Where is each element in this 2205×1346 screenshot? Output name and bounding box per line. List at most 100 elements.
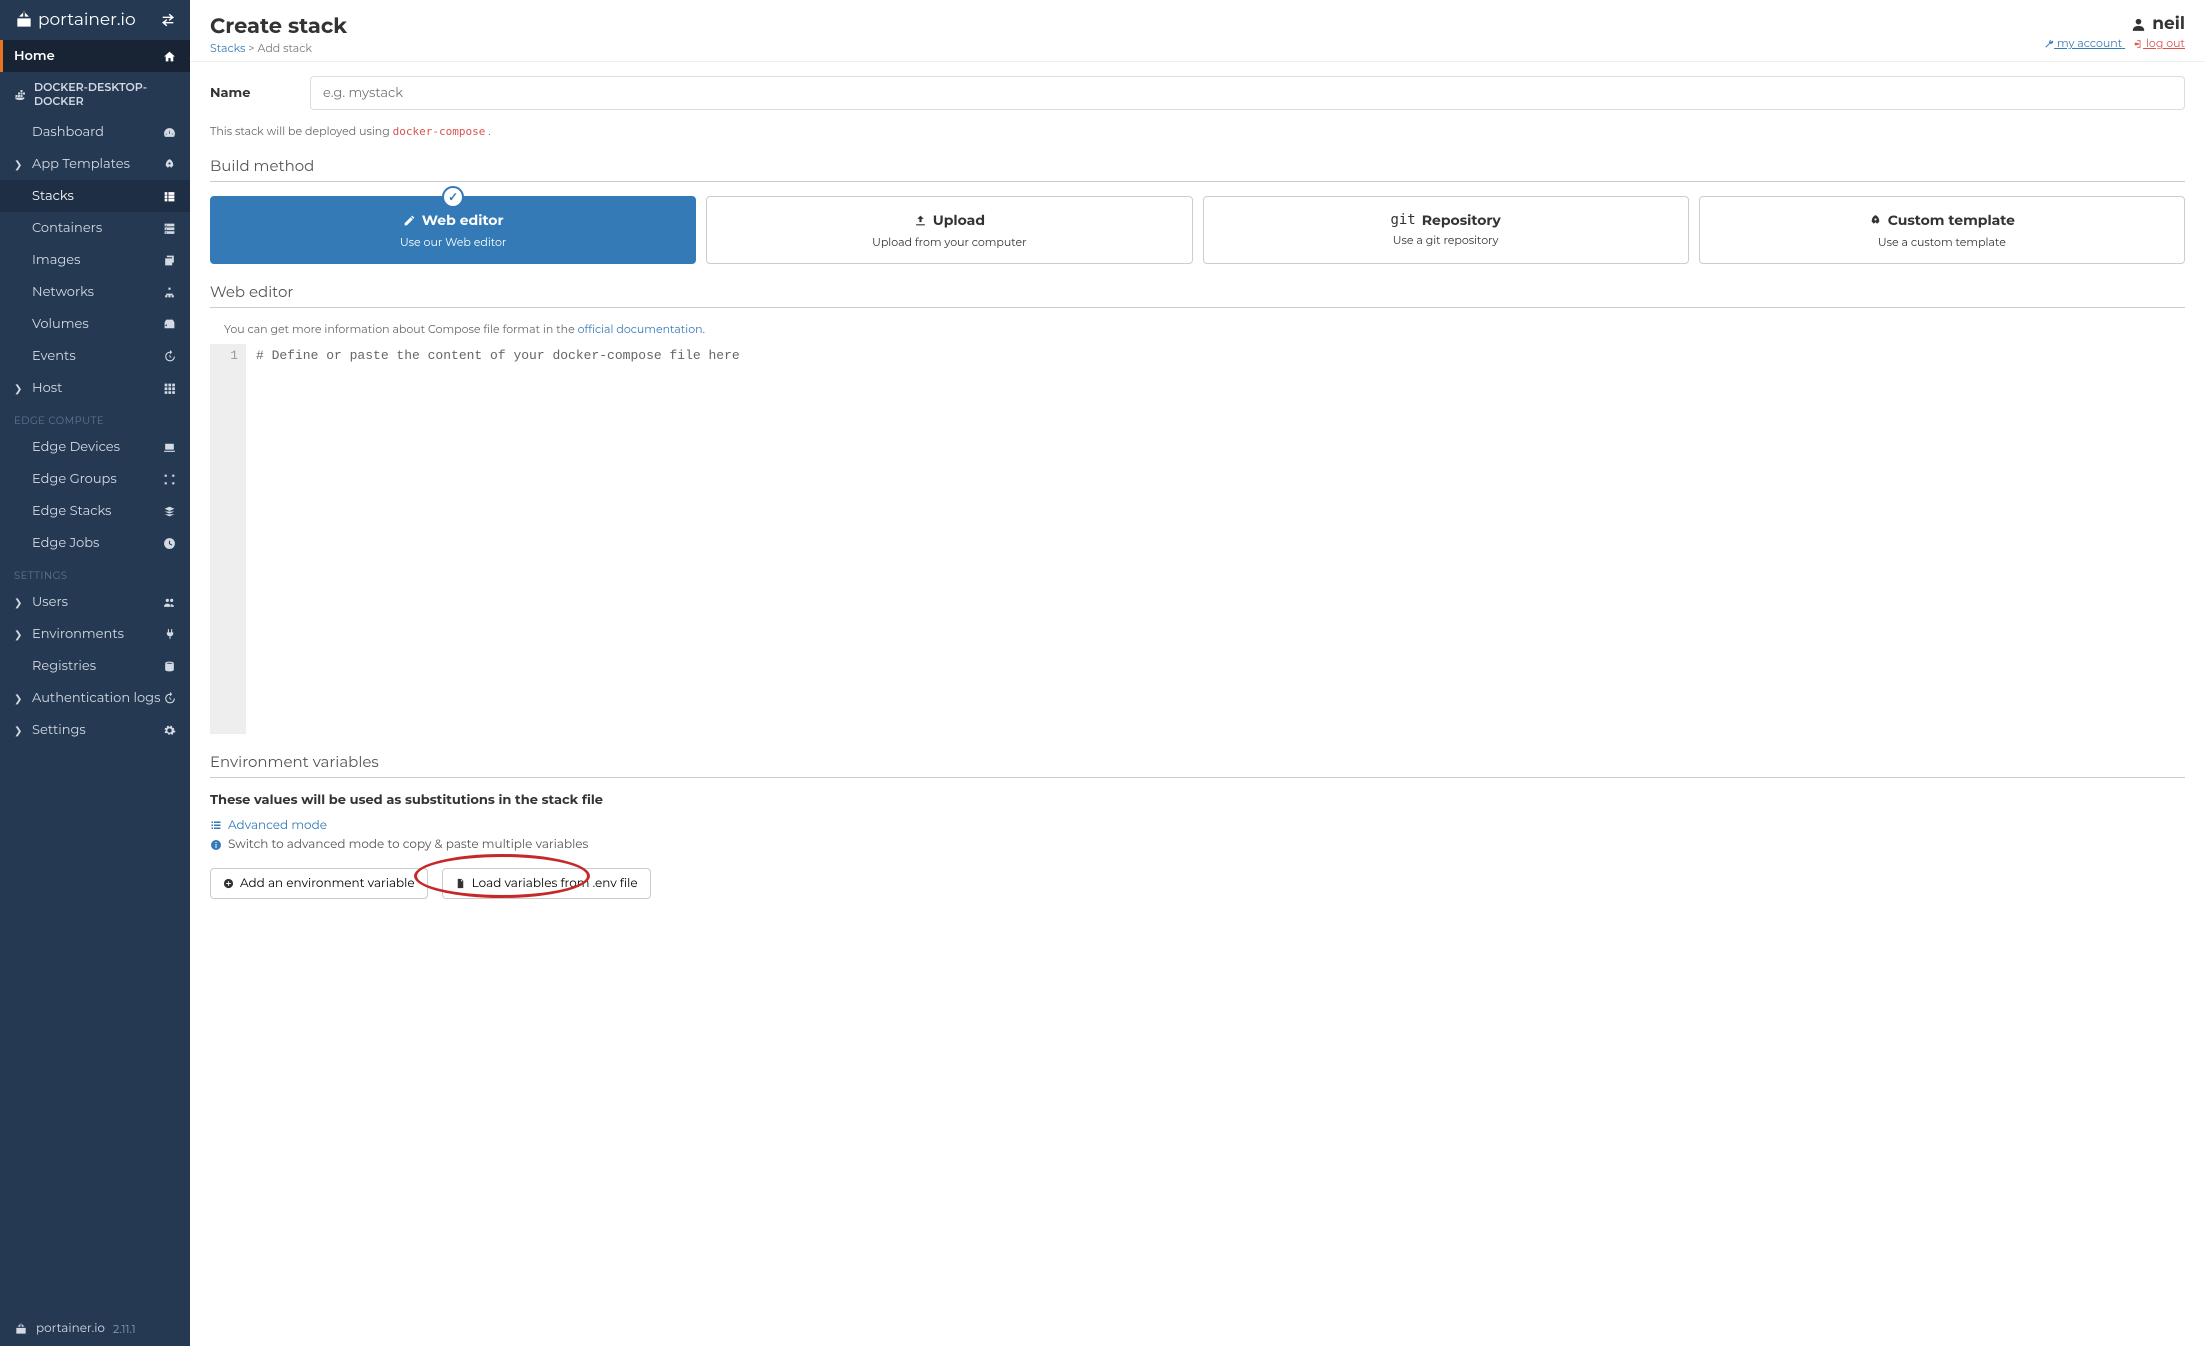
version-text: 2.11.1 (113, 1322, 136, 1336)
chevron-right-icon: ❯ (14, 596, 24, 609)
sidebar-section-settings: SETTINGS (0, 559, 190, 586)
history-icon (163, 692, 176, 705)
users-icon (163, 596, 176, 609)
sidebar-item-home[interactable]: Home (0, 40, 190, 72)
object-group-icon (163, 473, 176, 486)
sidebar-item-edge-devices[interactable]: Edge Devices (0, 431, 190, 463)
main-content: Create stack Stacks > Add stack neil my … (190, 0, 2205, 1346)
edit-icon (403, 214, 416, 227)
brand-logo[interactable]: portainer.io (14, 10, 136, 30)
sidebar-item-edge-groups[interactable]: Edge Groups (0, 463, 190, 495)
brand-text: portainer.io (38, 10, 136, 30)
sidebar: portainer.io Home DOCKER-DESKTOP-DOCKER (0, 0, 190, 1346)
clock-icon (163, 537, 176, 550)
section-env-vars: Environment variables (210, 752, 2185, 778)
sidebar-item-settings[interactable]: ❯Settings (0, 714, 190, 746)
clone-icon (163, 254, 176, 267)
page-title: Create stack (210, 14, 347, 39)
rocket-icon (163, 158, 176, 171)
editor-info: You can get more information about Compo… (224, 322, 2185, 336)
editor-gutter: 1 (210, 344, 246, 734)
deploy-note: This stack will be deployed using docker… (210, 124, 2185, 138)
plug-icon (163, 628, 176, 641)
sidebar-item-volumes[interactable]: Volumes (0, 308, 190, 340)
sidebar-item-users[interactable]: ❯Users (0, 586, 190, 618)
build-option-web-editor[interactable]: ✓Web editorUse our Web editor (210, 196, 696, 264)
logout-link[interactable]: log out (2133, 36, 2185, 50)
home-icon (162, 49, 176, 64)
sidebar-item-app-templates[interactable]: ❯App Templates (0, 148, 190, 180)
sidebar-section-edge: EDGE COMPUTE (0, 404, 190, 431)
check-icon: ✓ (442, 186, 464, 208)
tachometer-icon (163, 126, 176, 139)
section-web-editor: Web editor (210, 282, 2185, 308)
chevron-right-icon: ❯ (14, 382, 24, 395)
wrench-icon (2044, 39, 2054, 49)
my-account-link[interactable]: my account (2044, 36, 2125, 50)
sidebar-item-edge-jobs[interactable]: Edge Jobs (0, 527, 190, 559)
sidebar-item-images[interactable]: Images (0, 244, 190, 276)
portainer-logo-icon (14, 10, 34, 30)
git-icon: git (1390, 212, 1415, 228)
docs-link[interactable]: official documentation (578, 322, 703, 336)
advanced-mode-link[interactable]: Advanced mode (210, 818, 327, 833)
brand-header: portainer.io (0, 0, 190, 40)
load-env-file-button[interactable]: Load variables from .env file (442, 868, 651, 899)
history-icon (163, 350, 176, 363)
sidebar-nav: Home DOCKER-DESKTOP-DOCKER Dashboard❯App… (0, 40, 190, 1311)
sitemap-icon (163, 286, 176, 299)
sidebar-item-edge-stacks[interactable]: Edge Stacks (0, 495, 190, 527)
file-icon (455, 878, 466, 889)
name-label: Name (210, 85, 310, 101)
build-method-options: ✓Web editorUse our Web editorUploadUploa… (210, 196, 2185, 264)
sidebar-item-authentication-logs[interactable]: ❯Authentication logs (0, 682, 190, 714)
chevron-right-icon: ❯ (14, 158, 24, 171)
sidebar-item-networks[interactable]: Networks (0, 276, 190, 308)
logout-icon (2133, 39, 2143, 49)
plus-circle-icon (223, 878, 234, 889)
env-desc: These values will be used as substitutio… (210, 792, 2185, 808)
breadcrumb-parent[interactable]: Stacks (210, 41, 245, 55)
build-option-repository[interactable]: gitRepositoryUse a git repository (1203, 196, 1689, 264)
sidebar-footer: portainer.io 2.11.1 (0, 1311, 190, 1346)
sidebar-item-dashboard[interactable]: Dashboard (0, 116, 190, 148)
sidebar-item-events[interactable]: Events (0, 340, 190, 372)
rocket-icon (1869, 214, 1882, 227)
user-icon (2130, 16, 2147, 33)
th-icon (163, 382, 176, 395)
cogs-icon (163, 724, 176, 737)
build-option-custom-template[interactable]: Custom templateUse a custom template (1699, 196, 2185, 264)
user-area: neil my account log out (2036, 14, 2185, 50)
build-option-upload[interactable]: UploadUpload from your computer (706, 196, 1192, 264)
laptop-icon (163, 441, 176, 454)
stack-name-input[interactable] (310, 76, 2185, 110)
sidebar-item-containers[interactable]: Containers (0, 212, 190, 244)
username: neil (2152, 14, 2185, 34)
chevron-right-icon: ❯ (14, 692, 24, 705)
layer-group-icon (163, 505, 176, 518)
add-env-var-button[interactable]: Add an environment variable (210, 868, 428, 899)
portainer-footer-icon (14, 1322, 28, 1336)
server-icon (163, 222, 176, 235)
breadcrumb-current: Add stack (257, 41, 311, 55)
advanced-note: Switch to advanced mode to copy & paste … (210, 837, 2185, 852)
hdd-icon (163, 318, 176, 331)
upload-icon (914, 214, 927, 227)
sidebar-item-host[interactable]: ❯Host (0, 372, 190, 404)
chevron-right-icon: ❯ (14, 724, 24, 737)
sidebar-item-environments[interactable]: ❯Environments (0, 618, 190, 650)
editor-content[interactable]: # Define or paste the content of your do… (246, 344, 2185, 734)
database-icon (163, 660, 176, 673)
list-icon (210, 819, 222, 831)
th-list-icon (163, 190, 176, 203)
sidebar-item-stacks[interactable]: Stacks (0, 180, 190, 212)
sidebar-item-registries[interactable]: Registries (0, 650, 190, 682)
breadcrumb: Stacks > Add stack (210, 41, 347, 55)
exchange-icon[interactable] (160, 12, 176, 28)
docker-icon (14, 87, 26, 101)
topbar: Create stack Stacks > Add stack neil my … (190, 0, 2205, 61)
web-editor[interactable]: 1 # Define or paste the content of your … (210, 344, 2185, 734)
section-build-method: Build method (210, 156, 2185, 182)
sidebar-item-endpoint[interactable]: DOCKER-DESKTOP-DOCKER (0, 72, 190, 116)
info-icon (210, 839, 222, 851)
